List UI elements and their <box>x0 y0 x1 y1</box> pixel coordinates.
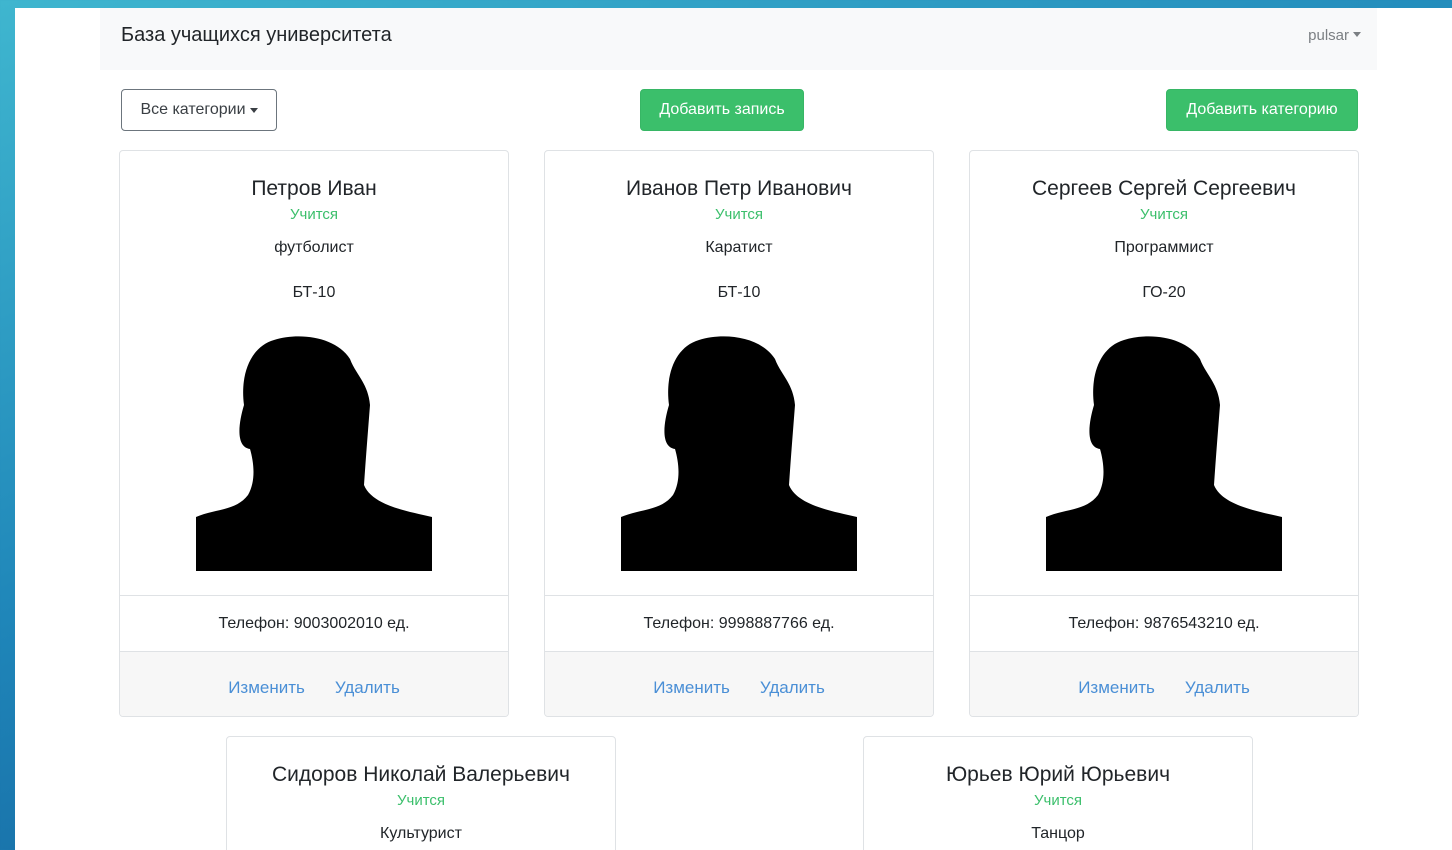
student-card: Юрьев Юрий Юрьевич Учится Танцор <box>863 736 1253 850</box>
student-name: Сергеев Сергей Сергеевич <box>1032 177 1296 200</box>
card-body: Петров Иван Учится футболист БТ-10 <box>120 151 508 571</box>
student-card: Иванов Петр Иванович Учится Каратист БТ-… <box>544 150 934 717</box>
student-status: Учится <box>714 206 764 223</box>
categories-dropdown-label: Все категории <box>140 101 246 118</box>
student-category: футболист <box>274 239 354 256</box>
brand-title[interactable]: База учащихся университета <box>121 24 392 47</box>
student-status: Учится <box>1033 792 1083 809</box>
card-actions: Изменить Удалить <box>970 651 1358 716</box>
card-body: Сидоров Николай Валерьевич Учится Культу… <box>227 737 615 843</box>
student-group: ГО-20 <box>1142 284 1186 301</box>
delete-link[interactable]: Удалить <box>760 678 825 698</box>
student-category: Культурист <box>380 825 462 842</box>
delete-link[interactable]: Удалить <box>1185 678 1250 698</box>
card-body: Иванов Петр Иванович Учится Каратист БТ-… <box>545 151 933 571</box>
student-status: Учится <box>289 206 339 223</box>
student-name: Петров Иван <box>251 177 377 200</box>
card-body: Сергеев Сергей Сергеевич Учится Программ… <box>970 151 1358 571</box>
student-card: Сидоров Николай Валерьевич Учится Культу… <box>226 736 616 850</box>
student-status: Учится <box>1139 206 1189 223</box>
student-name: Сидоров Николай Валерьевич <box>272 763 570 786</box>
avatar-silhouette-icon <box>1046 336 1282 571</box>
student-group: БТ-10 <box>717 284 761 301</box>
student-status: Учится <box>396 792 446 809</box>
edit-link[interactable]: Изменить <box>228 678 305 698</box>
edit-link[interactable]: Изменить <box>653 678 730 698</box>
delete-link[interactable]: Удалить <box>335 678 400 698</box>
student-category: Каратист <box>705 239 773 256</box>
student-card: Сергеев Сергей Сергеевич Учится Программ… <box>969 150 1359 717</box>
navbar: База учащихся университета pulsar <box>100 8 1377 70</box>
student-category: Танцор <box>1031 825 1085 842</box>
caret-down-icon <box>1353 32 1361 37</box>
card-actions: Изменить Удалить <box>120 651 508 716</box>
app-window: База учащихся университета pulsar Все ка… <box>15 8 1452 850</box>
student-phone: Телефон: 9876543210 ед. <box>970 595 1358 651</box>
student-group: БТ-10 <box>292 284 336 301</box>
student-category: Программист <box>1114 239 1214 256</box>
student-name: Иванов Петр Иванович <box>626 177 852 200</box>
add-category-button[interactable]: Добавить категорию <box>1166 89 1358 131</box>
add-record-button[interactable]: Добавить запись <box>640 89 804 131</box>
avatar-silhouette-icon <box>196 336 432 571</box>
categories-dropdown-button[interactable]: Все категории <box>121 89 277 131</box>
student-phone: Телефон: 9998887766 ед. <box>545 595 933 651</box>
edit-link[interactable]: Изменить <box>1078 678 1155 698</box>
student-name: Юрьев Юрий Юрьевич <box>945 763 1171 786</box>
avatar-silhouette-icon <box>621 336 857 571</box>
caret-down-icon <box>249 107 258 113</box>
card-body: Юрьев Юрий Юрьевич Учится Танцор <box>864 737 1252 843</box>
student-card: Петров Иван Учится футболист БТ-10 Телеф… <box>119 150 509 717</box>
user-name: pulsar <box>1308 27 1349 44</box>
user-dropdown[interactable]: pulsar <box>1308 27 1361 44</box>
student-phone: Телефон: 9003002010 ед. <box>120 595 508 651</box>
card-actions: Изменить Удалить <box>545 651 933 716</box>
